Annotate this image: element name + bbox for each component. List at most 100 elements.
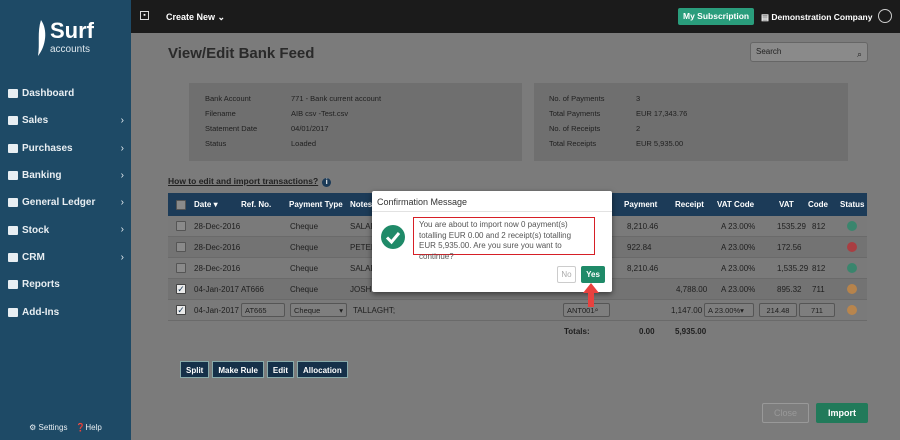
yes-button[interactable]: Yes [581, 266, 605, 283]
help-link[interactable]: ❓Help [75, 423, 101, 432]
checkbox-cell[interactable] [176, 216, 186, 236]
date-cell: 04-Jan-2017 [194, 305, 239, 315]
code-cell: 711 [812, 284, 825, 294]
sidebar-item-stock[interactable]: Stock › [0, 216, 131, 243]
receipt-cell: 1,147.00 [671, 305, 703, 315]
addins-icon [8, 307, 18, 317]
user-icon[interactable] [878, 9, 892, 23]
chevron-down-icon: ▾ [339, 305, 343, 315]
sidebar-item-purchases[interactable]: Purchases › [0, 135, 131, 162]
code-input[interactable]: 711 [799, 303, 835, 317]
info_right-value: EUR 17,343.76 [636, 109, 688, 118]
select-all-checkbox[interactable] [176, 199, 186, 210]
ref-cell[interactable]: AT665 [241, 300, 285, 320]
crm-icon [8, 252, 18, 262]
confirmation-dialog: Confirmation Message You are about to im… [372, 191, 612, 292]
chevron-right-icon: › [120, 197, 124, 209]
row-checkbox[interactable]: ✓ [176, 305, 186, 315]
receipt-cell: 4,788.00 [676, 284, 708, 294]
sidebar-item-dashboard[interactable]: Dashboard [0, 80, 131, 107]
import-button[interactable]: Import [816, 403, 868, 423]
ref-input[interactable]: AT665 [241, 303, 285, 317]
select-all-cell[interactable] [176, 193, 186, 216]
dialog-title: Confirmation Message [377, 197, 468, 207]
table-row[interactable]: ✓ 04-Jan-2017 AT665 Cheque ▾ TALLAGHT; ANT001… [168, 300, 867, 321]
row-checkbox[interactable] [176, 263, 186, 273]
totals-payment: 0.00 [639, 327, 655, 336]
checkbox-cell[interactable] [176, 258, 186, 278]
sidebar-item-label: Reports [22, 279, 60, 291]
company-selector[interactable]: ▤ Demonstration Company [761, 12, 872, 23]
vat-code-cell: A 23.00% [721, 284, 756, 294]
status-cell [847, 279, 857, 299]
info_right-value: 2 [636, 124, 641, 133]
allocation-button[interactable]: Allocation [297, 361, 348, 378]
vat-input[interactable]: 214.48 [759, 303, 797, 317]
create-new-menu[interactable]: Create New ⌄ [166, 12, 225, 23]
row-checkbox[interactable] [176, 221, 186, 231]
make-rule-button[interactable]: Make Rule [212, 361, 264, 378]
status-cell [847, 237, 857, 257]
no-button[interactable]: No [557, 266, 576, 283]
my-subscription-button[interactable]: My Subscription [678, 8, 755, 25]
checkbox-cell[interactable] [176, 237, 186, 257]
dialog-message: You are about to import now 0 payment(s)… [413, 217, 595, 261]
column-header: Ref. No. [241, 200, 272, 209]
payment-type-cell[interactable]: Cheque ▾ [290, 300, 347, 320]
howto-link[interactable]: How to edit and import transactions? i [168, 176, 332, 187]
close-button[interactable]: Close [762, 403, 809, 423]
surf-logo[interactable]: Surf accounts [34, 18, 104, 66]
payment-type-cell: Cheque [290, 242, 319, 252]
status-dot-icon [847, 242, 857, 252]
payment-cell: 8,210.46 [627, 263, 659, 273]
chevron-right-icon: › [120, 115, 124, 127]
menu-toggle-icon[interactable]: ▪ [140, 11, 149, 20]
status-dot-icon [847, 221, 857, 231]
checkbox-cell[interactable]: ✓ [176, 300, 186, 320]
stock-icon [8, 225, 18, 235]
vat-code-cell[interactable]: A 23.00% ▾ [704, 300, 754, 320]
sidebar-item-label: Dashboard [22, 88, 75, 100]
sidebar-item-general-ledger[interactable]: General Ledger › [0, 189, 131, 216]
sidebar-item-label: Stock [22, 224, 50, 236]
sidebar-item-banking[interactable]: Banking › [0, 162, 131, 189]
payment-cell: 8,210.46 [627, 221, 659, 231]
reports-icon [8, 280, 18, 290]
bank-info-panel: Bank Account 771 - Bank current account Fi… [189, 83, 522, 161]
sidebar-item-add-ins[interactable]: Add-Ins [0, 298, 131, 325]
payment-type-select[interactable]: Cheque ▾ [290, 303, 347, 317]
sidebar-item-label: General Ledger [22, 197, 96, 209]
action-buttons: Split Make Rule Edit Allocation [180, 361, 348, 378]
check-circle-icon [381, 225, 405, 249]
notes-cell: TALLAGHT; [353, 305, 396, 315]
vat-cell[interactable]: 214.48 [759, 300, 797, 320]
row-checkbox[interactable]: ✓ [176, 284, 186, 294]
row-checkbox[interactable] [176, 242, 186, 252]
sidebar-nav: Dashboard Sales › Purchases › Banking › General… [0, 80, 131, 326]
edit-button[interactable]: Edit [266, 361, 295, 378]
sidebar: Surf accounts Dashboard Sales › Purchases › B… [0, 0, 131, 440]
sales-icon [8, 116, 18, 126]
banking-icon [8, 171, 18, 181]
info-icon[interactable]: i [322, 178, 332, 187]
create-new-label: Create New [166, 12, 216, 22]
checkbox-cell[interactable]: ✓ [176, 279, 186, 299]
status-cell [847, 300, 857, 320]
sidebar-item-sales[interactable]: Sales › [0, 107, 131, 134]
code-cell[interactable]: 711 [799, 300, 835, 320]
sidebar-item-crm[interactable]: CRM › [0, 244, 131, 271]
date-cell: 04-Jan-2017 [194, 284, 239, 294]
split-button[interactable]: Split [180, 361, 210, 378]
sidebar-item-reports[interactable]: Reports [0, 271, 131, 298]
info_left-key: Statement Date [205, 124, 258, 133]
ref-value: AT665 [245, 305, 267, 315]
column-header[interactable]: Date ▾ [194, 193, 218, 216]
totals-receipt: 5,935.00 [675, 327, 707, 336]
search-input[interactable]: Search ⌕ [750, 42, 868, 62]
settings-link[interactable]: ⚙ Settings [29, 423, 67, 432]
totals-row: Totals: 0.00 5,935.00 [168, 321, 867, 342]
chevron-right-icon: › [120, 224, 124, 236]
info_left-value: 04/01/2017 [291, 124, 329, 133]
search-icon[interactable]: ⌕ [857, 45, 862, 63]
vat-code-select[interactable]: A 23.00% ▾ [704, 303, 754, 317]
